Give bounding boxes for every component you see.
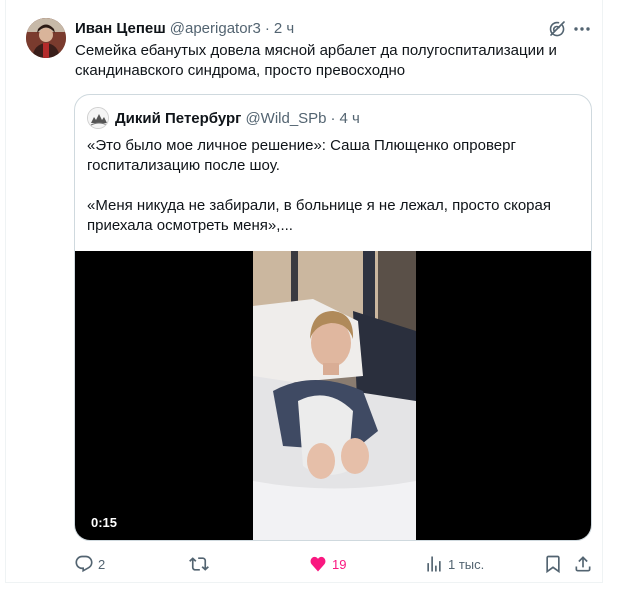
quote-time[interactable]: 4 ч bbox=[340, 110, 360, 127]
more-icon[interactable] bbox=[572, 19, 592, 39]
quote-header: Дикий Петербург @Wild_SPb · 4 ч bbox=[115, 108, 360, 128]
quote-author-name[interactable]: Дикий Петербург bbox=[115, 110, 241, 127]
tweet-time[interactable]: 2 ч bbox=[274, 20, 294, 37]
separator-dot: · bbox=[264, 19, 270, 37]
quote-author-avatar[interactable] bbox=[87, 107, 109, 129]
video-duration: 0:15 bbox=[91, 515, 118, 530]
retweet-button[interactable] bbox=[189, 553, 213, 575]
quoted-tweet[interactable]: Дикий Петербург @Wild_SPb · 4 ч «Это был… bbox=[74, 94, 592, 541]
grok-icon[interactable] bbox=[547, 19, 567, 39]
tweet-header: Иван Цепеш @aperigator3 · 2 ч bbox=[75, 18, 294, 38]
heart-icon bbox=[310, 556, 326, 572]
like-button[interactable]: 19 bbox=[308, 553, 346, 575]
like-count: 19 bbox=[332, 556, 347, 572]
separator-dot: · bbox=[330, 109, 336, 127]
quote-paragraph-2: «Меня никуда не забирали, в больнице я н… bbox=[87, 197, 551, 234]
tweet[interactable]: Иван Цепеш @aperigator3 · 2 ч Семейка еб… bbox=[5, 0, 603, 583]
video-player[interactable]: 0:15 bbox=[75, 251, 591, 540]
quote-paragraph-1: «Это было мое личное решение»: Саша Плющ… bbox=[87, 137, 516, 174]
share-icon bbox=[575, 556, 591, 572]
author-name[interactable]: Иван Цепеш bbox=[75, 20, 166, 37]
video-frame bbox=[253, 251, 416, 540]
views-count: 1 тыс. bbox=[448, 556, 485, 572]
views-icon bbox=[427, 556, 441, 572]
quote-author-handle[interactable]: @Wild_SPb bbox=[245, 110, 326, 127]
views-button[interactable]: 1 тыс. bbox=[424, 553, 484, 575]
reply-button[interactable]: 2 bbox=[74, 553, 105, 575]
reply-count: 2 bbox=[98, 556, 106, 572]
share-button[interactable] bbox=[573, 553, 593, 575]
tweet-text: Семейка ебанутых довела мясной арбалет д… bbox=[75, 42, 557, 79]
author-handle[interactable]: @aperigator3 bbox=[170, 20, 261, 37]
retweet-icon bbox=[189, 557, 209, 571]
author-avatar[interactable] bbox=[26, 18, 66, 58]
bookmark-icon bbox=[546, 555, 560, 574]
quote-text: «Это было мое личное решение»: Саша Плющ… bbox=[87, 136, 577, 236]
reply-icon bbox=[75, 555, 93, 573]
bookmark-button[interactable] bbox=[543, 553, 563, 575]
action-bar: 2 19 1 тыс. bbox=[66, 553, 596, 575]
